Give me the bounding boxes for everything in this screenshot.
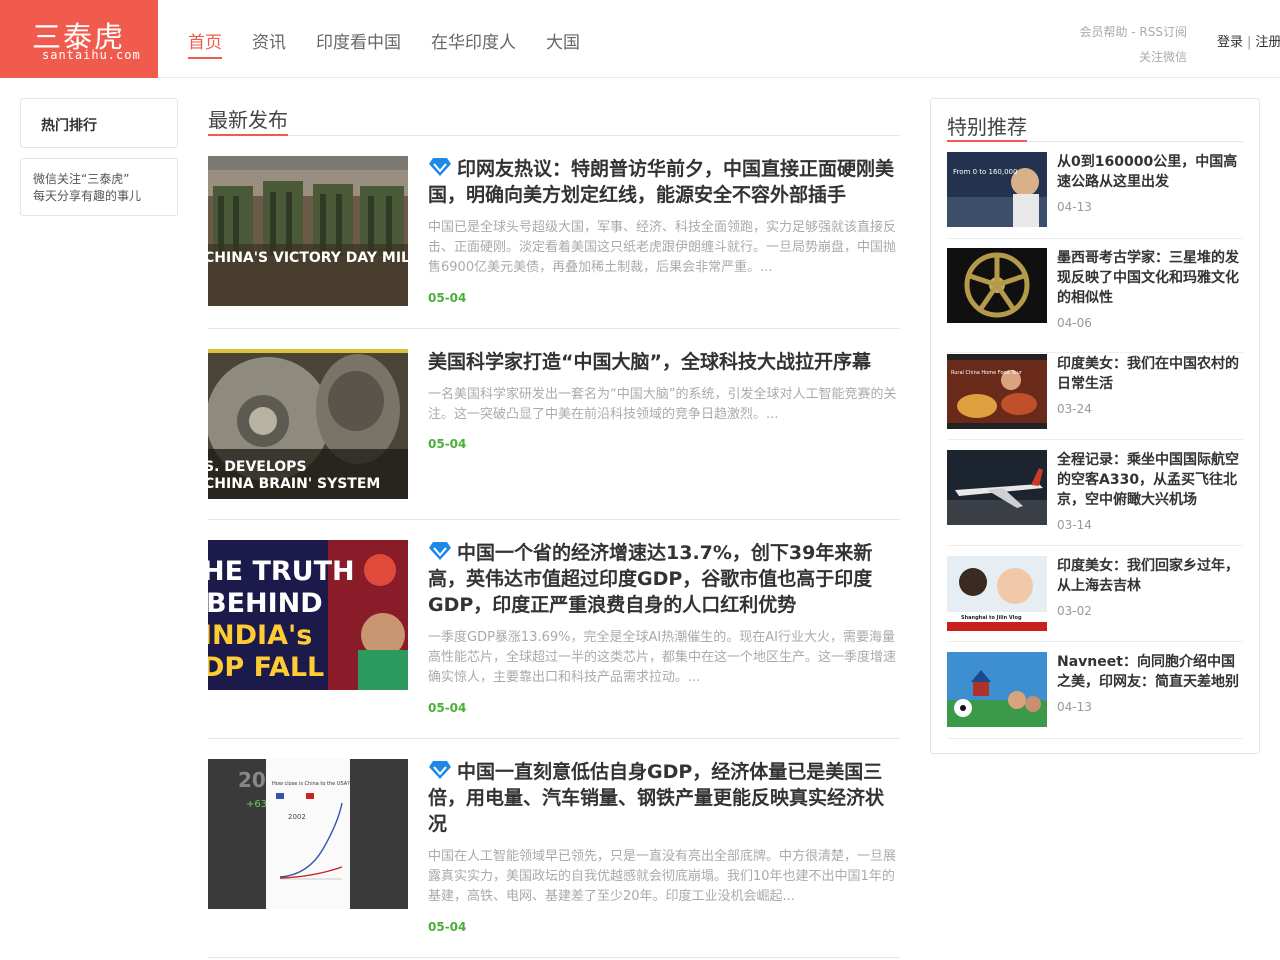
header-help-links: 会员帮助 - RSS订阅 关注微信 [1060,20,1187,70]
featured-item-title: 印度美女：我们在中国农村的日常生活 [1057,356,1239,392]
featured-item-date: 03-02 [1057,604,1092,618]
rural-food-image: Rural China Home Food Tour [947,354,1047,429]
article-thumbnail[interactable]: HE TRUTH BEHIND INDIA's DP FALL [208,540,408,690]
wechat-box: 微信关注“三泰虎” 每天分享有趣的事儿 [20,158,178,216]
article-title-text: 印网友热议：特朗普访华前夕，中国直接正面硬刚美国，明确向美方划定红线，能源安全不… [428,158,895,206]
featured-item-date: 04-13 [1057,700,1092,714]
robot-image: S. DEVELOPS CHINA BRAIN' SYSTEM [208,349,408,499]
featured-item-date: 03-24 [1057,402,1092,416]
featured-thumbnail[interactable] [947,450,1047,525]
article-summary: 一名美国科学家研发出一套名为“中国大脑”的系统，引发全球对人工智能竞赛的关注。这… [428,387,897,422]
airplane-image [947,450,1047,525]
featured-item-title: 从0到160000公里，中国高速公路从这里出发 [1057,154,1238,190]
logo-domain: santaihu.com [42,48,141,62]
highway-image: From 0 to 160,000 [947,152,1047,227]
nav-item-great-power[interactable]: 大国 [546,28,580,59]
featured-item-title: 印度美女：我们回家乡过年，从上海去吉林 [1057,558,1239,594]
temple-image [947,652,1047,727]
featured-item-title: 全程记录：乘坐中国国际航空的空客A330，从孟买飞往北京，空中俯瞰大兴机场 [1057,452,1239,508]
featured-thumbnail[interactable]: Shanghai to Jilin Vlog [947,556,1047,631]
thumb-caption: Rural China Home Food Tour [951,370,1023,376]
featured-item[interactable]: Rural China Home Food Tour 印度美女：我们在中国农村的… [947,354,1243,440]
article-title-text: 美国科学家打造“中国大脑”，全球科技大战拉开序幕 [428,351,871,373]
featured-item-title: 墨西哥考古学家：三星堆的发现反映了中国文化和玛雅文化的相似性 [1057,250,1239,306]
auth-links: 登录 | 注册 [1217,31,1280,50]
wechat-text-line2: 每天分享有趣的事儿 [33,189,142,203]
thumb-caption: Shanghai to Jilin Vlog [961,615,1022,621]
featured-thumbnail[interactable]: Rural China Home Food Tour [947,354,1047,429]
article-title[interactable]: 印网友热议：特朗普访华前夕，中国直接正面硬刚美国，明确向美方划定红线，能源安全不… [428,156,900,208]
featured-item[interactable]: Navneet：向同胞介绍中国之美，印网友：简直天差地别 04-13 [947,652,1243,739]
thumb-caption: From 0 to 160,000 [953,168,1017,176]
featured-item-date: 04-06 [1057,316,1092,330]
article-item: CHINA'S VICTORY DAY MILITARY PARADE 印网友热… [208,156,900,329]
india-gdp-image: HE TRUTH BEHIND INDIA's DP FALL [208,540,408,690]
main-nav: 首页 资讯 印度看中国 在华印度人 大国 [188,28,580,59]
latest-section-header: 最新发布 [208,104,900,136]
article-summary: 一季度GDP暴涨13.69%，完全是全球AI热潮催生的。现在AI行业大火，需要海… [428,630,897,685]
article-title[interactable]: 美国科学家打造“中国大脑”，全球科技大战拉开序幕 [428,349,900,375]
svg-text:2002: 2002 [288,813,306,821]
featured-item[interactable]: Shanghai to Jilin Vlog 印度美女：我们回家乡过年，从上海去… [947,556,1243,642]
featured-thumbnail[interactable]: From 0 to 160,000 [947,152,1047,227]
nav-item-indians-in-china[interactable]: 在华印度人 [431,28,516,59]
svg-text:20: 20 [238,768,266,792]
site-logo[interactable]: 三泰虎 santaihu.com [0,0,158,78]
diamond-icon [429,542,451,560]
latest-section-title: 最新发布 [208,104,288,136]
thumb-caption: How close is China to the USA? [272,781,350,787]
featured-box: 特别推荐 From 0 to 160,000 从0到160000公里，中国高速公… [930,98,1260,754]
featured-header: 特别推荐 [947,111,1243,142]
login-link[interactable]: 登录 [1217,35,1243,50]
hot-ranking-label: 热门排行 [41,118,97,134]
article-item: How close is China to the USA? 2002 20 +… [208,759,900,958]
article-item: HE TRUTH BEHIND INDIA's DP FALL 中国一个省的经济增速达… [208,540,900,739]
help-rss-link[interactable]: 会员帮助 - RSS订阅 [1060,20,1187,45]
thumb-caption: CHINA'S VICTORY DAY MILITARY PARADE [208,250,408,266]
site-header: 三泰虎 santaihu.com 首页 资讯 印度看中国 在华印度人 大国 会员… [0,0,1280,78]
article-item: S. DEVELOPS CHINA BRAIN' SYSTEM 美国科学家打造“中… [208,349,900,520]
wechat-follow-link[interactable]: 关注微信 [1060,45,1187,70]
diamond-icon [429,158,451,176]
auth-separator: | [1247,35,1252,50]
parade-image: CHINA'S VICTORY DAY MILITARY PARADE [208,156,408,306]
sanxingdui-image [947,248,1047,323]
featured-thumbnail[interactable] [947,248,1047,323]
article-title[interactable]: 中国一直刻意低估自身GDP，经济体量已是美国三倍，用电量、汽车销量、钢铁产量更能… [428,759,900,837]
article-thumbnail[interactable]: How close is China to the USA? 2002 20 +… [208,759,408,909]
hot-ranking-box[interactable]: 热门排行 [20,98,178,148]
register-link[interactable]: 注册 [1255,35,1280,50]
article-date: 05-04 [428,291,467,305]
wechat-text-line1: 微信关注“三泰虎” [33,172,130,186]
article-title[interactable]: 中国一个省的经济增速达13.7%，创下39年来新高，英伟达市值超过印度GDP，谷… [428,540,900,618]
featured-item-date: 03-14 [1057,518,1092,532]
svg-text:+63: +63 [246,799,267,810]
article-date: 05-04 [428,920,467,934]
nav-item-news[interactable]: 资讯 [252,28,286,59]
article-thumbnail[interactable]: S. DEVELOPS CHINA BRAIN' SYSTEM [208,349,408,499]
featured-item-date: 04-13 [1057,200,1092,214]
featured-item[interactable]: 全程记录：乘坐中国国际航空的空客A330，从孟买飞往北京，空中俯瞰大兴机场 03… [947,450,1243,546]
nav-item-home[interactable]: 首页 [188,28,222,59]
article-date: 05-04 [428,437,467,451]
featured-item-title: Navneet：向同胞介绍中国之美，印网友：简直天差地别 [1057,654,1239,690]
diamond-icon [429,761,451,779]
nav-item-india-views-china[interactable]: 印度看中国 [316,28,401,59]
gdp-chart-image: How close is China to the USA? 2002 20 +… [208,759,408,909]
featured-thumbnail[interactable] [947,652,1047,727]
article-thumbnail[interactable]: CHINA'S VICTORY DAY MILITARY PARADE [208,156,408,306]
featured-item[interactable]: 墨西哥考古学家：三星堆的发现反映了中国文化和玛雅文化的相似性 04-06 [947,248,1243,353]
article-summary: 中国在人工智能领域早已领先，只是一直没有亮出全部底牌。中方很清楚，一旦展露真实实… [428,849,897,904]
article-date: 05-04 [428,701,467,715]
article-summary: 中国已是全球头号超级大国，军事、经济、科技全面领跑，实力足够强就该直接反击、正面… [428,220,897,275]
featured-item[interactable]: From 0 to 160,000 从0到160000公里，中国高速公路从这里出… [947,152,1243,239]
article-title-text: 中国一直刻意低估自身GDP，经济体量已是美国三倍，用电量、汽车销量、钢铁产量更能… [428,761,885,835]
featured-title: 特别推荐 [947,111,1027,142]
article-title-text: 中国一个省的经济增速达13.7%，创下39年来新高，英伟达市值超过印度GDP，谷… [428,542,873,616]
vlog-image: Shanghai to Jilin Vlog [947,556,1047,631]
